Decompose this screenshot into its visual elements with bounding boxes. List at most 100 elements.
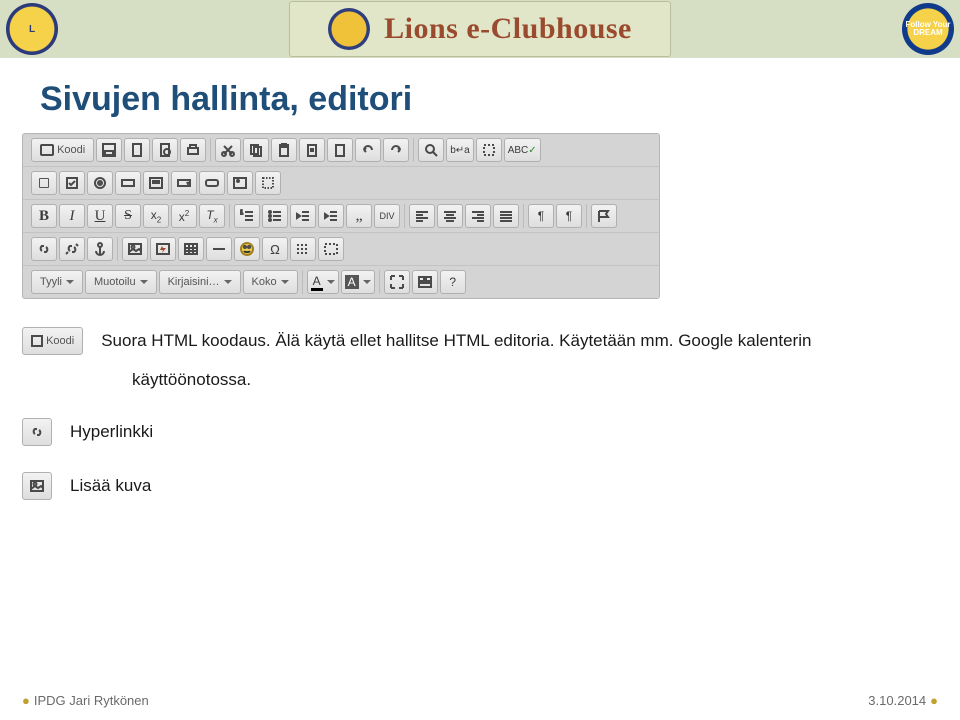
radio-icon	[93, 176, 107, 190]
styles-dropdown[interactable]: Tyyli	[31, 270, 83, 294]
strike-button[interactable]: S	[115, 204, 141, 228]
align-right-button[interactable]	[465, 204, 491, 228]
clipboard-icon	[277, 143, 291, 157]
print-button[interactable]	[180, 138, 206, 162]
koodi-small-button[interactable]: Koodi	[22, 327, 83, 355]
ul-icon	[268, 209, 282, 223]
outdent-icon	[296, 209, 310, 223]
anchor-button[interactable]	[87, 237, 113, 261]
source-button[interactable]: Koodi	[31, 138, 94, 162]
page-break-button[interactable]	[290, 237, 316, 261]
show-blocks-button[interactable]	[412, 270, 438, 294]
code-icon	[31, 335, 43, 347]
koodi-row: Koodi Suora HTML koodaus. Älä käytä elle…	[22, 327, 960, 355]
save-button[interactable]	[96, 138, 122, 162]
spellcheck-button[interactable]: ABC✓	[504, 138, 541, 162]
toolbar-row-4: Ω	[23, 233, 659, 266]
dream-badge: Follow Your DREAM	[902, 3, 954, 55]
bg-color-button[interactable]: A	[341, 270, 375, 294]
format-dropdown[interactable]: Muotoilu	[85, 270, 157, 294]
div-button[interactable]: DIV	[374, 204, 400, 228]
cut-button[interactable]	[215, 138, 241, 162]
copy-button[interactable]	[243, 138, 269, 162]
preview-button[interactable]	[152, 138, 178, 162]
table-button[interactable]	[178, 237, 204, 261]
align-justify-button[interactable]	[493, 204, 519, 228]
hyperlink-small-button[interactable]	[22, 418, 52, 446]
new-page-button[interactable]	[124, 138, 150, 162]
image-small-button[interactable]	[22, 472, 52, 500]
maximize-button[interactable]	[384, 270, 410, 294]
align-center-button[interactable]	[437, 204, 463, 228]
checkbox-button[interactable]	[59, 171, 85, 195]
superscript-button[interactable]: x2	[171, 204, 197, 228]
align-left-button[interactable]	[409, 204, 435, 228]
outdent-button[interactable]	[290, 204, 316, 228]
select-all-button[interactable]	[476, 138, 502, 162]
image-row: Lisää kuva	[22, 472, 960, 500]
button-field-button[interactable]	[199, 171, 225, 195]
numbered-list-button[interactable]: 1	[234, 204, 260, 228]
paste-word-button[interactable]	[327, 138, 353, 162]
paste-button[interactable]	[271, 138, 297, 162]
rtl-button[interactable]: ¶	[556, 204, 582, 228]
blockquote-button[interactable]: „	[346, 204, 372, 228]
undo-icon	[361, 143, 375, 157]
hr-button[interactable]	[206, 237, 232, 261]
koodi-caption-b: käyttöönotossa.	[132, 369, 960, 392]
floppy-icon	[102, 143, 116, 157]
link-button[interactable]	[31, 237, 57, 261]
image-button-field[interactable]	[227, 171, 253, 195]
form-button[interactable]	[31, 171, 57, 195]
smiley-button[interactable]	[234, 237, 260, 261]
text-field-button[interactable]	[115, 171, 141, 195]
copy-icon	[249, 143, 263, 157]
table-icon	[184, 242, 198, 256]
hidden-field-button[interactable]	[255, 171, 281, 195]
replace-button[interactable]: b↵a	[446, 138, 474, 162]
text-color-button[interactable]: A	[307, 270, 339, 294]
clipboard-text-icon	[305, 143, 319, 157]
checkbox-icon	[65, 176, 79, 190]
svg-text:1: 1	[240, 210, 243, 216]
magnify-page-icon	[158, 143, 172, 157]
radio-button[interactable]	[87, 171, 113, 195]
iframe-button[interactable]	[318, 237, 344, 261]
hyperlink-row: Hyperlinkki	[22, 418, 960, 446]
pagebreak-icon	[296, 242, 310, 256]
slide-header: L Lions e-Clubhouse Follow Your DREAM	[0, 0, 960, 58]
image-button[interactable]	[122, 237, 148, 261]
bullet-list-button[interactable]	[262, 204, 288, 228]
flash-icon	[156, 242, 170, 256]
subscript-button[interactable]: x2	[143, 204, 169, 228]
redo-button[interactable]	[383, 138, 409, 162]
special-char-button[interactable]: Ω	[262, 237, 288, 261]
underline-button[interactable]: U	[87, 204, 113, 228]
select-button[interactable]	[171, 171, 197, 195]
code-icon	[40, 143, 54, 157]
about-button[interactable]: ?	[440, 270, 466, 294]
flash-button[interactable]	[150, 237, 176, 261]
language-button[interactable]	[591, 204, 617, 228]
indent-button[interactable]	[318, 204, 344, 228]
image-icon	[30, 479, 44, 493]
slide-footer: ●IPDG Jari Rytkönen 3.10.2014●	[0, 693, 960, 708]
italic-button[interactable]: I	[59, 204, 85, 228]
ltr-button[interactable]: ¶	[528, 204, 554, 228]
font-dropdown[interactable]: Kirjaisini…	[159, 270, 241, 294]
scissors-icon	[221, 143, 235, 157]
paste-text-button[interactable]	[299, 138, 325, 162]
unlink-icon	[65, 242, 79, 256]
bold-button[interactable]: B	[31, 204, 57, 228]
undo-button[interactable]	[355, 138, 381, 162]
koodi-caption-a: Suora HTML koodaus. Älä käytä ellet hall…	[101, 331, 811, 351]
anchor-icon	[93, 242, 107, 256]
textarea-button[interactable]	[143, 171, 169, 195]
size-dropdown[interactable]: Koko	[243, 270, 298, 294]
remove-format-button[interactable]: Tx	[199, 204, 225, 228]
image-icon	[128, 242, 142, 256]
image-field-icon	[233, 176, 247, 190]
find-button[interactable]	[418, 138, 444, 162]
editor-toolbar-screenshot: Koodi b↵a ABC✓	[22, 133, 660, 299]
unlink-button[interactable]	[59, 237, 85, 261]
